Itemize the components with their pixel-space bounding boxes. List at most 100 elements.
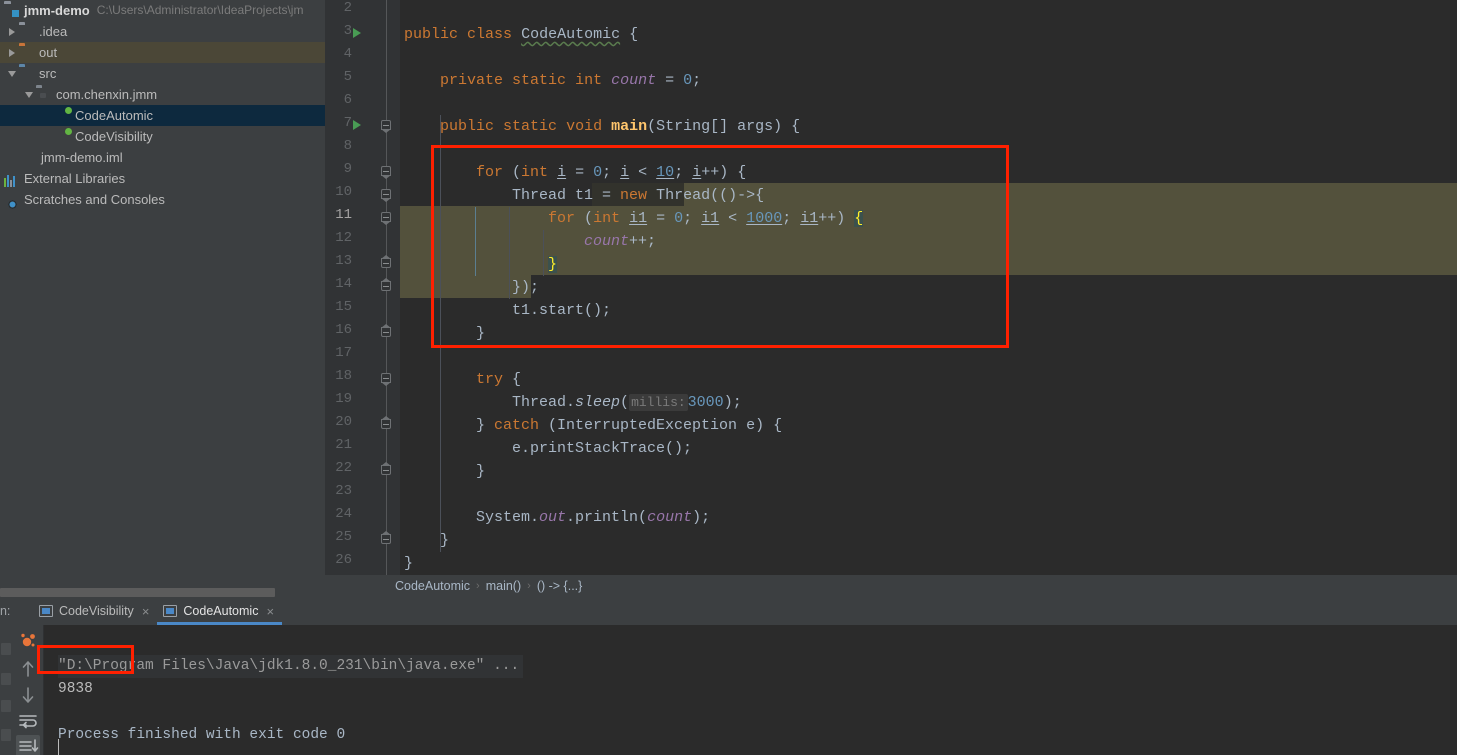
close-icon[interactable]: × [142,604,150,619]
breadcrumb-item-class[interactable]: CodeAutomic [395,579,470,593]
folder-blue-icon [19,66,35,82]
package-icon [36,87,52,103]
chevron-down-icon[interactable] [23,88,36,101]
fold-handle[interactable] [381,166,392,179]
run-window-side-strip[interactable] [0,625,12,755]
fold-handle[interactable] [381,278,392,292]
run-tab-codeautomic[interactable]: CodeAutomic × [157,597,282,625]
tree-item-package[interactable]: com.chenxin.jmm [0,84,325,105]
code-line[interactable]: t1.start(); [404,299,611,322]
run-tab-label: CodeVisibility [59,604,134,618]
fold-handle[interactable] [381,373,392,386]
up-arrow-icon[interactable] [16,657,40,681]
line-number: 18 [335,368,352,384]
line-number: 5 [343,69,352,85]
run-tabs-bar: un: CodeVisibility × CodeAutomic × [0,597,1457,625]
fold-handle[interactable] [381,212,392,225]
line-number: 4 [343,46,352,62]
chevron-right-icon[interactable] [6,25,19,38]
fold-handle[interactable] [381,120,392,133]
tree-item-out[interactable]: out [0,42,325,63]
run-gutter-icon-main[interactable] [353,120,361,130]
close-icon[interactable]: × [266,604,274,619]
chevron-right-icon[interactable] [6,46,19,59]
fold-handle[interactable] [381,324,392,338]
code-line[interactable]: } catch (InterruptedException e) { [404,414,782,437]
line-number-current: 11 [335,207,352,223]
code-line[interactable]: } [404,460,485,483]
parameter-hint: millis: [629,394,688,411]
code-line[interactable]: count++; [404,230,656,253]
code-line[interactable]: } [404,322,485,345]
code-line[interactable]: Thread.sleep(millis: 3000); [404,391,742,414]
code-line[interactable]: try { [404,368,521,391]
rerun-icon[interactable] [16,629,40,653]
code-line[interactable]: public static void main(String[] args) { [404,115,800,138]
run-tool-window: un: CodeVisibility × CodeAutomic × [0,597,1457,755]
fold-handle[interactable] [381,531,392,545]
down-arrow-icon[interactable] [16,683,40,707]
scratches-icon [4,192,20,208]
fold-handle[interactable] [381,189,392,202]
breadcrumb-separator-icon: › [527,580,531,592]
code-line[interactable]: }); [404,276,539,299]
line-number: 9 [343,161,352,177]
breadcrumb-item-lambda[interactable]: () -> {...} [537,579,583,593]
fold-handle[interactable] [381,416,392,430]
console-output[interactable]: "D:\Program Files\Java\jdk1.8.0_231\bin\… [44,625,1457,755]
project-root-path: C:\Users\Administrator\IdeaProjects\jm [96,3,304,17]
console-tab-icon [163,605,178,617]
soft-wrap-icon[interactable] [16,709,40,733]
run-tab-codevisibility[interactable]: CodeVisibility × [33,597,157,625]
tree-item-scratches[interactable]: Scratches and Consoles [0,189,325,210]
code-line[interactable]: Thread t1 = new Thread(()->{ [404,184,764,207]
scrollbar-thumb[interactable] [0,588,275,597]
tree-item-external-libraries[interactable]: External Libraries [0,168,325,189]
code-editor[interactable]: 2 3 4 5 6 7 8 9 10 11 12 13 14 15 16 17 … [325,0,1457,575]
line-number: 25 [335,529,352,545]
fold-handle[interactable] [381,462,392,476]
code-line[interactable]: } [404,529,449,552]
side-strip-button[interactable] [1,700,11,712]
code-line[interactable]: e.printStackTrace(); [404,437,692,460]
code-line[interactable]: public class CodeAutomic { [404,23,638,46]
run-window-label: un: [0,604,11,618]
code-line[interactable]: for (int i = 0; i < 10; i++) { [404,161,746,184]
console-output-value: 9838 [58,681,93,697]
line-number: 7 [343,115,352,131]
side-strip-button[interactable] [1,673,11,685]
breadcrumb-separator-icon: › [476,580,480,592]
breadcrumb[interactable]: CodeAutomic › main() › () -> {...} [325,575,1457,597]
chevron-down-icon[interactable] [6,67,19,80]
code-text-area[interactable]: public class CodeAutomic { private stati… [400,0,1457,575]
fold-handle[interactable] [381,255,392,269]
tree-item-codevisibility[interactable]: CodeVisibility [0,126,325,147]
libraries-icon [4,171,20,187]
code-line[interactable]: System.out.println(count); [404,506,710,529]
tree-item-iml[interactable]: jmm-demo.iml [0,147,325,168]
code-line[interactable]: } [404,552,413,575]
code-line[interactable]: for (int i1 = 0; i1 < 1000; i1++) { [404,207,864,230]
code-line[interactable]: private static int count = 0; [404,69,701,92]
breadcrumb-item-method[interactable]: main() [486,579,521,593]
side-strip-button[interactable] [1,729,11,741]
project-tool-window[interactable]: jmm-demo C:\Users\Administrator\IdeaProj… [0,0,325,587]
tree-item-src[interactable]: src [0,63,325,84]
code-line[interactable]: } [404,253,558,276]
side-strip-button[interactable] [1,643,11,655]
tree-item-label: .idea [39,24,68,39]
run-gutter-icon-class[interactable] [353,28,361,38]
scroll-to-end-icon[interactable] [16,735,40,755]
project-root-row[interactable]: jmm-demo C:\Users\Administrator\IdeaProj… [0,0,325,21]
line-number: 20 [335,414,352,430]
line-number: 8 [343,138,352,154]
editor-gutter[interactable]: 2 3 4 5 6 7 8 9 10 11 12 13 14 15 16 17 … [325,0,400,575]
tree-item-codeautomic[interactable]: CodeAutomic [0,105,325,126]
ide-window: jmm-demo C:\Users\Administrator\IdeaProj… [0,0,1457,755]
line-number: 6 [343,92,352,108]
line-number: 19 [335,391,352,407]
tree-item-idea[interactable]: .idea [0,21,325,42]
line-number: 23 [335,483,352,499]
tree-item-label: jmm-demo.iml [41,150,123,165]
run-console-toolbar[interactable] [12,625,44,755]
